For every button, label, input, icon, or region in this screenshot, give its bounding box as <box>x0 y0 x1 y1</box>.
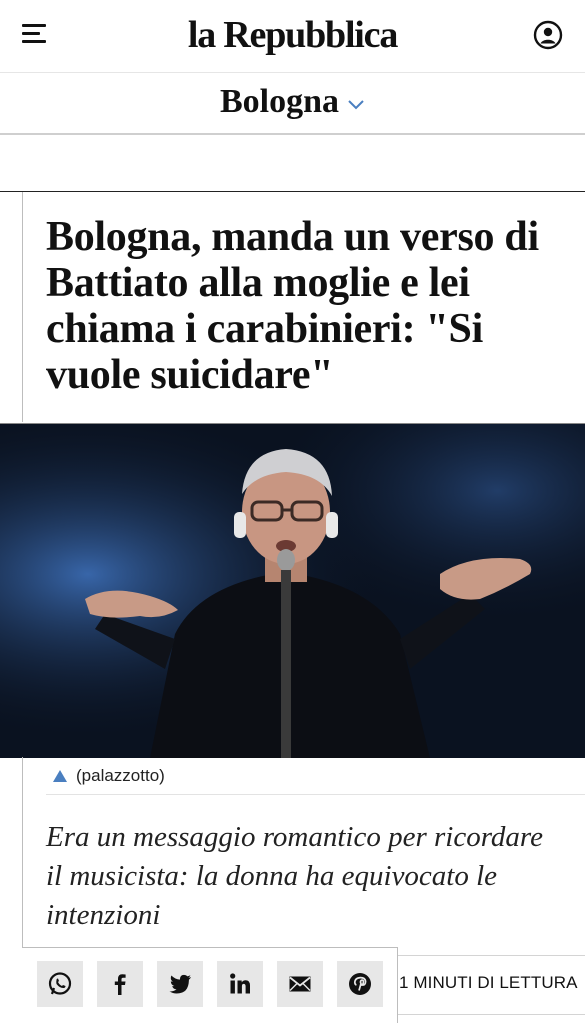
section-bar: Bologna <box>0 73 585 135</box>
twitter-share-button[interactable] <box>157 961 203 1007</box>
ad-space <box>0 135 585 191</box>
divider <box>397 947 398 1023</box>
facebook-icon <box>114 974 126 995</box>
caption-text: (palazzotto) <box>76 766 165 785</box>
linkedin-icon <box>230 973 250 994</box>
top-bar: la Repubblica <box>0 0 585 73</box>
whatsapp-icon <box>48 972 72 995</box>
photo-caption: (palazzotto) <box>46 760 585 795</box>
divider <box>398 1014 585 1015</box>
linkedin-share-button[interactable] <box>217 961 263 1007</box>
divider <box>22 192 23 422</box>
whatsapp-share-button[interactable] <box>37 961 83 1007</box>
reading-time: 1 MINUTI DI LETTURA <box>399 973 578 992</box>
chevron-down-icon <box>348 100 364 110</box>
divider <box>22 947 398 948</box>
twitter-icon <box>169 974 191 994</box>
section-selector[interactable]: Bologna <box>220 83 365 121</box>
divider <box>0 191 585 192</box>
site-logo[interactable]: la Repubblica <box>0 12 585 58</box>
facebook-share-button[interactable] <box>97 961 143 1007</box>
user-account-icon[interactable] <box>533 20 563 50</box>
divider <box>22 757 23 947</box>
pinterest-icon <box>349 973 371 995</box>
article-headline: Bologna, manda un verso di Battiato alla… <box>46 214 539 398</box>
article-summary: Era un messaggio romantico per ricordare… <box>46 821 543 931</box>
section-title: Bologna <box>219 83 340 120</box>
mail-icon <box>289 976 311 992</box>
pinterest-share-button[interactable] <box>337 961 383 1007</box>
caption-triangle-icon <box>53 770 67 782</box>
divider <box>398 955 585 956</box>
email-share-button[interactable] <box>277 961 323 1007</box>
singer-photo-illustration <box>0 424 585 758</box>
article-photo[interactable] <box>0 423 585 758</box>
